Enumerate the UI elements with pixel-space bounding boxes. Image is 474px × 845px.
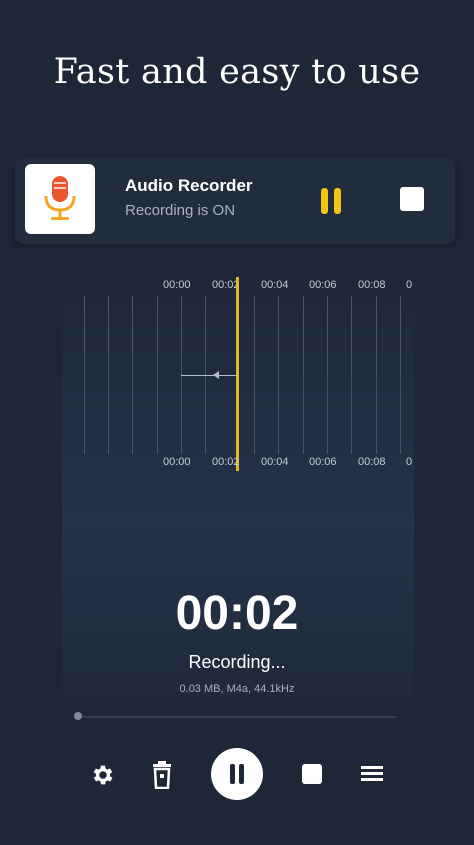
grid-line <box>157 296 158 454</box>
list-icon-bar <box>361 778 383 781</box>
grid-line <box>327 296 328 454</box>
tick-label: 00:06 <box>309 279 337 291</box>
grid-line <box>278 296 279 454</box>
grid-line <box>132 296 133 454</box>
tick-label: 00:00 <box>163 279 191 291</box>
list-icon-bar <box>361 772 383 775</box>
pause-icon <box>321 188 328 214</box>
grid-line <box>84 296 85 454</box>
headline: Fast and easy to use <box>53 52 421 92</box>
grid-line <box>303 296 304 454</box>
tick-label: 00:04 <box>261 279 289 291</box>
gear-icon <box>93 765 113 785</box>
tick-label: 0 <box>406 456 413 468</box>
recording-status: Recording... <box>188 652 286 672</box>
tick-label: 00:08 <box>358 456 386 468</box>
progress-thumb[interactable] <box>74 712 82 720</box>
list-icon <box>361 766 383 769</box>
recordings-list-button[interactable] <box>361 766 383 782</box>
settings-button[interactable] <box>90 762 116 788</box>
tick-label: 00:06 <box>309 456 337 468</box>
grid-line <box>254 296 255 454</box>
tick-label: 00:04 <box>261 456 289 468</box>
pause-icon-bar <box>239 764 244 784</box>
pause-icon <box>230 764 235 784</box>
playhead-cursor[interactable] <box>236 277 239 471</box>
notification-status: Recording is ON <box>125 202 236 219</box>
grid-line <box>376 296 377 454</box>
notification-title: Audio Recorder <box>125 176 253 195</box>
tick-label: 00:08 <box>358 279 386 291</box>
waveform-level-line <box>181 375 236 376</box>
trash-icon <box>153 761 171 790</box>
stop-recording-button[interactable] <box>302 764 322 784</box>
delete-button[interactable] <box>151 761 173 790</box>
grid-line <box>400 296 401 454</box>
notification-pause-button[interactable] <box>315 184 349 218</box>
progress-bar[interactable] <box>76 716 396 718</box>
grid-line <box>108 296 109 454</box>
app-icon <box>25 164 95 234</box>
pause-icon-bar <box>334 188 341 214</box>
tick-label: 0 <box>406 279 413 291</box>
recording-timer: 00:02 <box>175 587 299 640</box>
recording-meta: 0.03 MB, M4a, 44.1kHz <box>179 683 295 695</box>
tick-label: 00:00 <box>163 456 191 468</box>
notification-stop-button[interactable] <box>400 187 424 211</box>
level-arrow-icon <box>213 371 219 379</box>
grid-line <box>351 296 352 454</box>
microphone-icon <box>44 176 76 220</box>
tick-label: 00:02 <box>212 456 240 468</box>
pause-recording-button[interactable] <box>211 748 263 800</box>
recording-notification[interactable]: Audio Recorder Recording is ON <box>15 158 455 244</box>
